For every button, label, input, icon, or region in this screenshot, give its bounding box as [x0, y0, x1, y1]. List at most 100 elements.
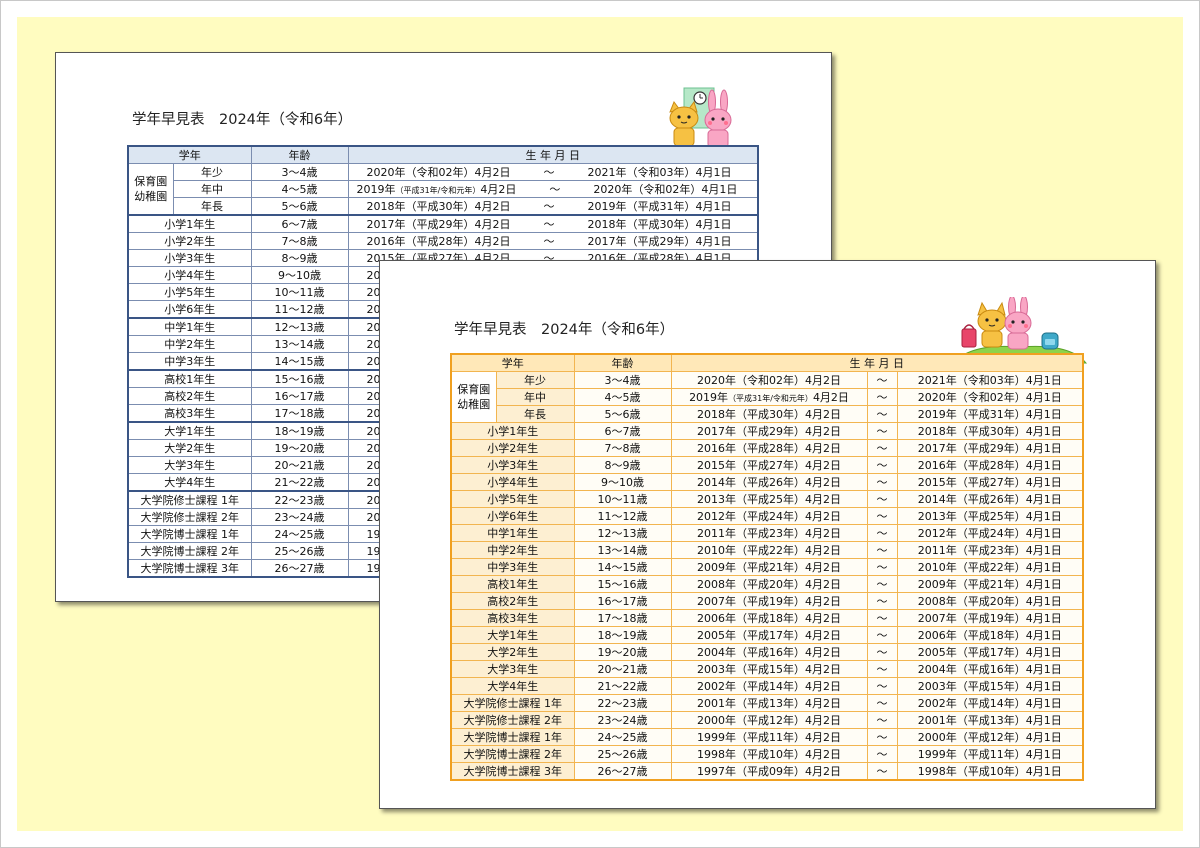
birthdate-cell: 2020年（令和02年）4月2日 ～ 2021年（令和03年）4月1日 — [347, 163, 759, 181]
table-cell: 2011年（平成23年）4月2日 — [670, 524, 868, 542]
table-cell: 2005年（平成17年）4月2日 — [670, 626, 868, 644]
from-date-cell: 2019年（平成31年/令和元年）4月2日 — [670, 388, 868, 406]
table-cell: 24～25歳 — [573, 728, 672, 746]
table-cell: 中学2年生 — [450, 541, 575, 559]
table-cell: 小学3年生 — [127, 249, 252, 267]
age-cell: 4～5歳 — [573, 388, 672, 406]
table-cell: 大学3年生 — [127, 456, 252, 474]
table-cell: 1999年（平成11年）4月2日 — [670, 728, 868, 746]
table-row: 中学1年生 12～13歳 2011年（平成23年）4月2日～ 2012年（平成24年）… — [450, 524, 1084, 542]
table-cell: 大学4年生 — [450, 677, 575, 695]
table-cell: 高校2年生 — [450, 592, 575, 610]
table-cell: ～ — [866, 660, 898, 678]
table-cell: 21～22歳 — [250, 473, 349, 492]
table-row: 年中 4～5歳 2019年（平成31年/令和元年）4月2日 ～ 2020年（令和… — [451, 388, 1084, 406]
table-row: 大学2年生 19～20歳 2004年（平成16年）4月2日～ 2005年（平成17年）… — [450, 643, 1084, 661]
table-cell: 7～8歳 — [573, 439, 672, 457]
table-cell: 23～24歳 — [250, 508, 349, 526]
table-cell: 26～27歳 — [573, 762, 672, 781]
table-cell: 小学6年生 — [450, 507, 575, 525]
table-row: 大学院博士課程 1年 24～25歳 1999年（平成11年）4月2日～ 2000年（平… — [450, 728, 1084, 746]
table-cell: 中学1年生 — [450, 524, 575, 542]
tilde-cell: ～ — [866, 388, 898, 406]
table-cell: 14～15歳 — [573, 558, 672, 576]
table-cell: 大学4年生 — [127, 473, 252, 492]
table-cell: 10～11歳 — [573, 490, 672, 508]
table-cell: 2002年（平成14年）4月1日 — [896, 694, 1084, 712]
table-cell: 2004年（平成16年）4月1日 — [896, 660, 1084, 678]
table-cell: 高校3年生 — [450, 609, 575, 627]
table-cell: 2003年（平成15年）4月1日 — [896, 677, 1084, 695]
tilde-cell: ～ — [866, 371, 898, 389]
table-cell: 16～17歳 — [250, 387, 349, 405]
table-row: 小学6年生 11～12歳 2012年（平成24年）4月2日～ 2013年（平成25年）… — [450, 507, 1084, 525]
table-cell: 16～17歳 — [573, 592, 672, 610]
table-cell: 2013年（平成25年）4月2日 — [670, 490, 868, 508]
table-cell: 8～9歳 — [250, 249, 349, 267]
table-cell: 大学院修士課程 2年 — [127, 508, 252, 526]
table-cell: 2006年（平成18年）4月2日 — [670, 609, 868, 627]
table-cell: 大学院修士課程 1年 — [127, 490, 252, 509]
school-bag-icon — [961, 324, 977, 348]
to-date-cell: 2020年（令和02年）4月1日 — [896, 388, 1084, 406]
table-cell: ～ — [866, 728, 898, 746]
table-cell: 24～25歳 — [250, 525, 349, 543]
table-cell: ～ — [866, 439, 898, 457]
from-date-cell: 2018年（平成30年）4月2日 — [670, 405, 868, 423]
table-cell: ～ — [866, 643, 898, 661]
table-row: 大学3年生 20～21歳 2003年（平成15年）4月2日～ 2004年（平成16年）… — [450, 660, 1084, 678]
front-sheet-orange: 学年早見表 2024年（令和6年） 学年 年齢 生 年 月 日 保育園 幼稚園 … — [379, 260, 1156, 809]
grade-cell: 年中 — [172, 180, 252, 198]
table-cell: 22～23歳 — [573, 694, 672, 712]
table-cell: ～ — [866, 524, 898, 542]
table-row: 小学2年生 7～8歳 2016年（平成28年）4月2日～ 2017年（平成29年）4月… — [450, 439, 1084, 457]
table-cell: ～ — [866, 745, 898, 763]
kinder-group-label: 保育園 幼稚園 — [450, 371, 497, 423]
table-row: 小学1年生 6～7歳 2017年（平成29年）4月2日 ～ 2018年（平成30年）… — [127, 214, 759, 233]
table-row: 中学2年生 13～14歳 2010年（平成22年）4月2日～ 2011年（平成23年）… — [450, 541, 1084, 559]
table-row: 大学院博士課程 2年 25～26歳 1998年（平成10年）4月2日～ 1999年（平… — [450, 745, 1084, 763]
table-row: 高校2年生 16～17歳 2007年（平成19年）4月2日～ 2008年（平成20年）… — [450, 592, 1084, 610]
table-row: 年長 5～6歳 2018年（平成30年）4月2日 ～ 2019年（平成31年）4… — [128, 197, 759, 216]
table-cell: 9～10歳 — [250, 266, 349, 284]
table-row: 年長 5～6歳 2018年（平成30年）4月2日 ～ 2019年（平成31年）4… — [451, 405, 1084, 423]
table-cell: 高校1年生 — [450, 575, 575, 593]
table-cell: 2009年（平成21年）4月1日 — [896, 575, 1084, 593]
header-grade: 学年 — [127, 145, 252, 164]
table-cell: 2016年（平成28年）4月2日 — [670, 439, 868, 457]
table-cell: 大学2年生 — [450, 643, 575, 661]
table-cell: 17～18歳 — [250, 404, 349, 423]
table-row: 大学院博士課程 3年 26～27歳 1997年（平成09年）4月2日～ 1998年（平… — [450, 762, 1084, 781]
table-cell: 大学院博士課程 3年 — [450, 762, 575, 781]
table-cell: 小学2年生 — [127, 232, 252, 250]
table-cell: 2014年（平成26年）4月2日 — [670, 473, 868, 491]
table-cell: 14～15歳 — [250, 352, 349, 371]
table-cell: 7～8歳 — [250, 232, 349, 250]
table-cell: 小学3年生 — [450, 456, 575, 474]
table-row: 大学4年生 21～22歳 2002年（平成14年）4月2日～ 2003年（平成15年）… — [450, 677, 1084, 695]
table-cell: ～ — [866, 507, 898, 525]
table-cell: 高校2年生 — [127, 387, 252, 405]
table-cell: 2007年（平成19年）4月2日 — [670, 592, 868, 610]
table-cell: 19～20歳 — [250, 439, 349, 457]
table-row: 中学3年生 14～15歳 2009年（平成21年）4月2日～ 2010年（平成22年）… — [450, 558, 1084, 576]
table-cell: 2017年（平成29年）4月1日 — [896, 439, 1084, 457]
table-cell: 17～18歳 — [573, 609, 672, 627]
table-cell: ～ — [866, 677, 898, 695]
table-row: 小学4年生 9～10歳 2014年（平成26年）4月2日～ 2015年（平成27年）4… — [450, 473, 1084, 491]
table-cell: 2001年（平成13年）4月1日 — [896, 711, 1084, 729]
table-cell: 22～23歳 — [250, 490, 349, 509]
to-date-cell: 2021年（令和03年）4月1日 — [896, 371, 1084, 389]
table-cell: ～ — [866, 575, 898, 593]
table-row: 高校3年生 17～18歳 2006年（平成18年）4月2日～ 2007年（平成19年）… — [450, 609, 1084, 627]
table-cell: 2012年（平成24年）4月2日 — [670, 507, 868, 525]
table-cell: ～ — [866, 626, 898, 644]
rabbit-icon — [1004, 297, 1032, 350]
table-cell: 2016年（平成28年）4月1日 — [896, 456, 1084, 474]
table-cell: 23～24歳 — [573, 711, 672, 729]
table-cell: 1998年（平成10年）4月2日 — [670, 745, 868, 763]
table-row: 小学3年生 8～9歳 2015年（平成27年）4月2日～ 2016年（平成28年）4月… — [450, 456, 1084, 474]
table-cell: 11～12歳 — [573, 507, 672, 525]
table-cell: ～ — [866, 609, 898, 627]
table-cell: 2010年（平成22年）4月2日 — [670, 541, 868, 559]
